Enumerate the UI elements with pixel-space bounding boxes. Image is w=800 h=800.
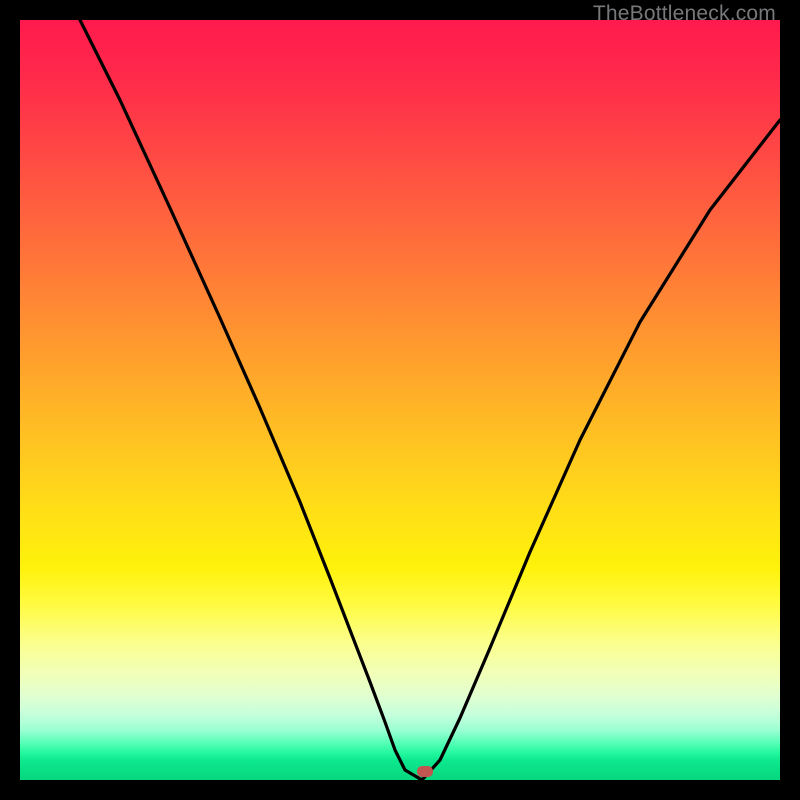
chart-plot-area [20, 20, 780, 780]
optimal-point-marker [417, 766, 433, 777]
bottleneck-curve [20, 20, 780, 780]
watermark-text: TheBottleneck.com [593, 2, 776, 26]
